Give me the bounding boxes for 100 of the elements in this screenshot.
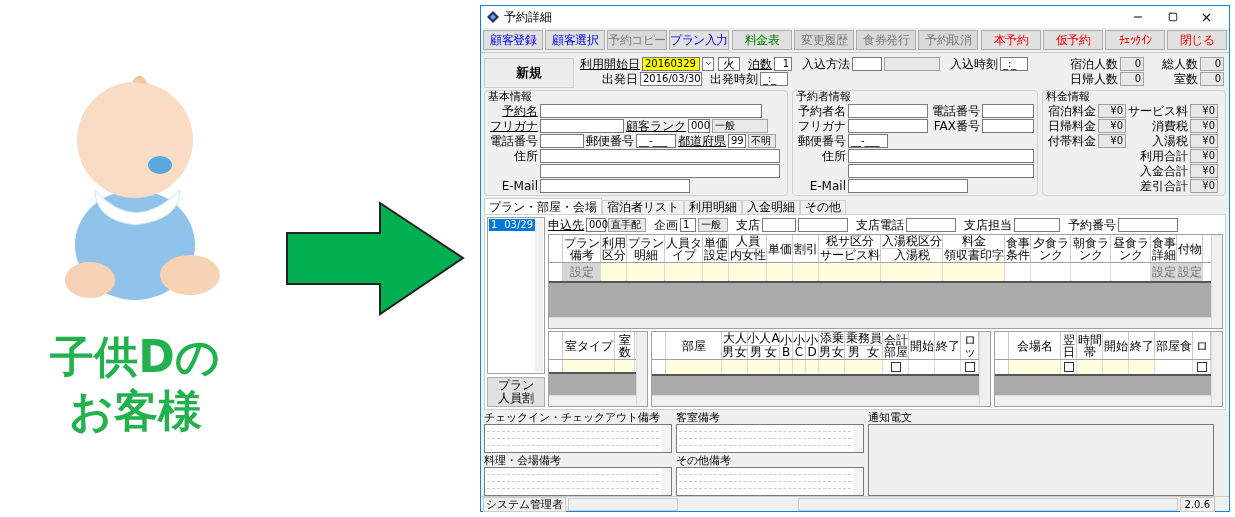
text-field[interactable]: 0 xyxy=(1200,56,1224,71)
field-label[interactable]: 都道府県 xyxy=(678,133,726,148)
column-header: 部屋食 xyxy=(1155,339,1192,352)
text-field[interactable]: __-___ xyxy=(848,133,888,148)
text-field[interactable] xyxy=(884,56,940,71)
vertical-scrollbar[interactable] xyxy=(636,332,647,406)
text-field[interactable]: 99 xyxy=(728,133,746,148)
settings-button[interactable]: 設定 xyxy=(563,263,600,281)
text-field[interactable]: 20160329 xyxy=(642,56,700,71)
toolbar-button[interactable]: 料金表 xyxy=(732,30,792,50)
text-field[interactable]: 不明 xyxy=(748,133,776,148)
text-field[interactable] xyxy=(848,163,1034,178)
horizontal-scrollbar[interactable] xyxy=(995,395,1211,406)
checkbox[interactable] xyxy=(964,362,975,372)
text-field[interactable]: _:_ xyxy=(760,71,788,86)
checkbox[interactable] xyxy=(890,362,901,372)
vertical-scrollbar[interactable] xyxy=(1211,235,1222,328)
table-cell xyxy=(793,263,819,281)
text-field[interactable] xyxy=(982,103,1034,118)
memo-field[interactable] xyxy=(676,424,864,453)
text-field[interactable] xyxy=(540,133,584,148)
text-field[interactable]: 1 xyxy=(680,217,696,232)
tab[interactable]: 宿泊者リスト xyxy=(602,200,684,214)
text-field[interactable]: ¥0 xyxy=(1190,163,1218,178)
toolbar-button[interactable]: プラン入力 xyxy=(669,30,729,50)
settings-button[interactable]: 設定 xyxy=(1151,263,1176,281)
text-field[interactable]: ¥0 xyxy=(1098,133,1126,148)
text-field[interactable]: 一般 xyxy=(698,217,728,232)
text-field[interactable]: 2016/03/30 xyxy=(640,71,702,86)
column-header: 入湯税 xyxy=(893,249,930,262)
field-label: E-Mail xyxy=(500,178,538,193)
memo-field[interactable] xyxy=(484,424,672,453)
text-field[interactable]: 一般 xyxy=(712,118,768,133)
tab[interactable]: その他 xyxy=(800,200,846,214)
text-field[interactable]: ¥0 xyxy=(1098,103,1126,118)
text-field[interactable]: ¥0 xyxy=(1190,133,1218,148)
field-label[interactable]: 予約名 xyxy=(488,103,538,118)
text-field[interactable] xyxy=(1118,217,1178,232)
text-field[interactable]: 000 xyxy=(688,118,710,133)
text-field[interactable] xyxy=(540,118,624,133)
text-field[interactable] xyxy=(540,103,762,118)
memo-field[interactable] xyxy=(484,467,672,496)
text-field[interactable] xyxy=(1014,217,1060,232)
text-field[interactable] xyxy=(852,56,882,71)
text-field[interactable]: ¥0 xyxy=(1190,148,1218,163)
column-header: 終了 xyxy=(1129,339,1154,352)
field-label[interactable]: 申込先 xyxy=(548,217,584,232)
text-field[interactable] xyxy=(848,118,928,133)
text-field[interactable]: ¥0 xyxy=(1190,103,1218,118)
column-header: 女 xyxy=(734,346,747,359)
horizontal-scrollbar[interactable] xyxy=(652,395,979,406)
field-label[interactable]: フリガナ xyxy=(488,118,538,133)
text-field[interactable] xyxy=(762,217,796,232)
text-field[interactable] xyxy=(848,148,1034,163)
vertical-scrollbar[interactable] xyxy=(535,219,543,372)
text-field[interactable]: 0 xyxy=(1200,71,1224,86)
text-field[interactable] xyxy=(982,118,1034,133)
field-label[interactable]: 泊数 xyxy=(748,56,772,71)
text-field[interactable] xyxy=(848,178,968,193)
text-field[interactable] xyxy=(540,178,690,193)
text-field[interactable]: 直手配 xyxy=(608,217,646,232)
column-header: 翌日 xyxy=(1061,333,1076,358)
dropdown-button[interactable] xyxy=(702,56,714,71)
text-field[interactable]: 0 xyxy=(1120,56,1144,71)
text-field[interactable]: 1 xyxy=(774,56,792,71)
text-field[interactable]: ¥0 xyxy=(1098,118,1126,133)
text-field[interactable]: __-___ xyxy=(636,133,676,148)
text-field[interactable] xyxy=(906,217,956,232)
field-label[interactable]: 顧客ランク xyxy=(626,118,686,133)
text-field[interactable]: 0 xyxy=(1120,71,1144,86)
split-button[interactable]: プラン人員割 xyxy=(487,377,545,407)
field-label[interactable]: 利用開始日 xyxy=(580,56,640,71)
checkbox[interactable] xyxy=(1196,362,1207,372)
field-label: 総人数 xyxy=(1161,56,1198,71)
column-header: 人員タイプ xyxy=(665,236,702,261)
text-field[interactable] xyxy=(540,148,780,163)
memo-field[interactable] xyxy=(676,467,864,496)
plan-list-item[interactable]: 1 03/29 xyxy=(489,219,535,231)
settings-button[interactable]: 設定 xyxy=(1177,263,1202,281)
text-field[interactable] xyxy=(798,217,848,232)
toolbar-button[interactable]: 顧客選択 xyxy=(545,30,605,50)
text-field[interactable]: ¥0 xyxy=(1190,178,1218,193)
text-field[interactable] xyxy=(540,163,780,178)
section-title: 予約者情報 xyxy=(796,91,852,103)
maximize-icon[interactable] xyxy=(1168,12,1178,22)
text-field[interactable]: _:_ xyxy=(1000,56,1028,71)
notice-field[interactable] xyxy=(868,424,1214,496)
checkbox[interactable] xyxy=(1063,362,1074,372)
tab[interactable]: プラン・部屋・会場 xyxy=(484,198,602,214)
field-label: 日帰料金 xyxy=(1047,118,1096,133)
horizontal-scrollbar[interactable] xyxy=(549,395,636,406)
text-field[interactable]: ¥0 xyxy=(1190,118,1218,133)
vertical-scrollbar[interactable] xyxy=(979,332,990,406)
text-field[interactable]: 000 xyxy=(586,217,606,232)
tab[interactable]: 入金明細 xyxy=(742,200,800,214)
vertical-scrollbar[interactable] xyxy=(1211,332,1222,406)
tab[interactable]: 利用明細 xyxy=(684,200,742,214)
text-field[interactable] xyxy=(848,103,928,118)
horizontal-scrollbar[interactable] xyxy=(549,317,1211,328)
toolbar-button[interactable]: 顧客登録 xyxy=(483,30,543,50)
